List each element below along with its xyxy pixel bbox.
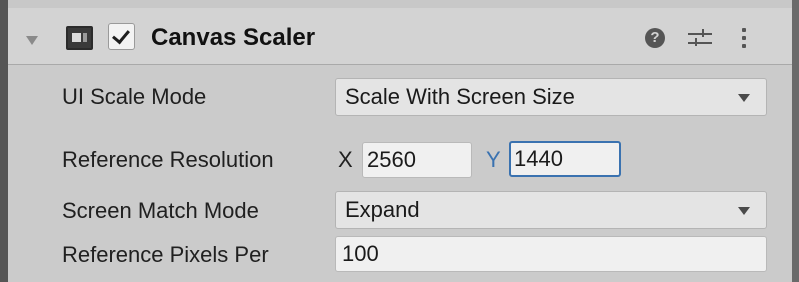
reference-resolution-x-value: 2560: [367, 147, 416, 172]
window-frame-left: [0, 0, 8, 282]
chevron-down-icon: [738, 94, 750, 102]
reference-resolution-y-label: Y: [486, 147, 501, 172]
canvas-scaler-icon: [66, 26, 93, 50]
reference-pixels-per-unit-field[interactable]: 100: [335, 236, 767, 272]
chevron-down-icon: [738, 207, 750, 215]
screen-match-mode-label: Screen Match Mode: [62, 198, 259, 223]
reference-resolution-y-field[interactable]: 1440: [509, 141, 621, 177]
reference-resolution-x-label: X: [338, 147, 353, 172]
reference-resolution-y-value: 1440: [514, 146, 563, 171]
foldout-arrow-icon[interactable]: [26, 36, 38, 45]
reference-pixels-per-unit-label: Reference Pixels Per: [62, 242, 269, 267]
screen-match-mode-value: Expand: [345, 197, 420, 222]
screen-match-mode-dropdown[interactable]: Expand: [335, 191, 767, 229]
reference-pixels-per-unit-value: 100: [342, 241, 379, 266]
help-icon[interactable]: ?: [645, 28, 665, 48]
ui-scale-mode-dropdown[interactable]: Scale With Screen Size: [335, 78, 767, 116]
reference-resolution-x-field[interactable]: 2560: [362, 142, 472, 178]
kebab-menu-icon[interactable]: [740, 27, 748, 49]
component-title: Canvas Scaler: [151, 24, 316, 51]
ui-scale-mode-value: Scale With Screen Size: [345, 84, 575, 109]
reference-resolution-label: Reference Resolution: [62, 147, 274, 172]
window-frame-right: [792, 0, 799, 282]
presets-sliders-icon[interactable]: [688, 27, 712, 49]
component-enabled-checkbox[interactable]: [108, 23, 135, 50]
ui-scale-mode-label: UI Scale Mode: [62, 84, 207, 109]
checkmark-icon: [112, 25, 130, 45]
